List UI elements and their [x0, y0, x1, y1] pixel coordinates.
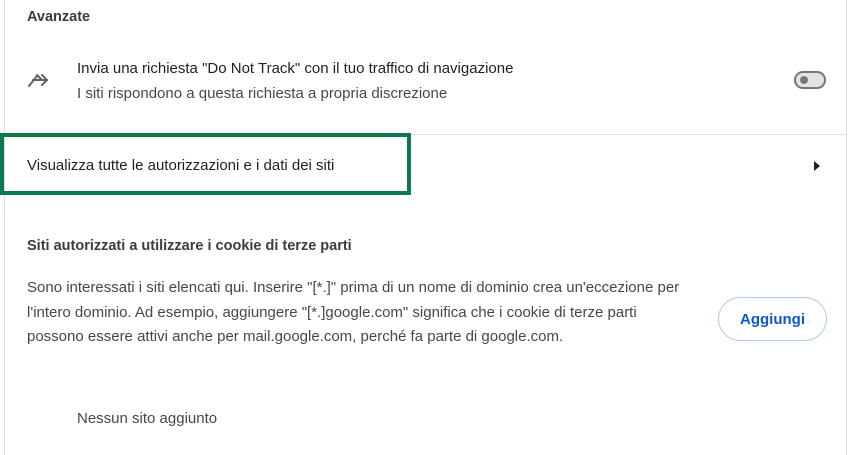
toggle-knob: [800, 76, 808, 84]
settings-panel: Avanzate Invia una richiesta "Do Not Tra…: [4, 0, 847, 455]
site-permissions-row[interactable]: Visualizza tutte le autorizzazioni e i d…: [5, 135, 846, 195]
no-sites-added-text: Nessun sito aggiunto: [77, 410, 218, 427]
section-title-advanced: Avanzate: [27, 9, 91, 25]
third-party-cookies-description: Sono interessati i siti elencati qui. In…: [27, 279, 680, 345]
site-permissions-label: Visualizza tutte le autorizzazioni e i d…: [27, 157, 335, 174]
do-not-track-title: Invia una richiesta "Do Not Track" con i…: [77, 60, 514, 77]
do-not-track-subtitle: I siti rispondono a questa richiesta a p…: [77, 85, 448, 102]
add-site-button[interactable]: Aggiungi: [718, 297, 827, 341]
third-party-cookies-title: Siti autorizzati a utilizzare i cookie d…: [27, 238, 352, 254]
do-not-track-toggle[interactable]: [794, 71, 826, 89]
arrow-right-icon: [814, 161, 820, 171]
do-not-track-arrows-icon: [27, 70, 53, 90]
